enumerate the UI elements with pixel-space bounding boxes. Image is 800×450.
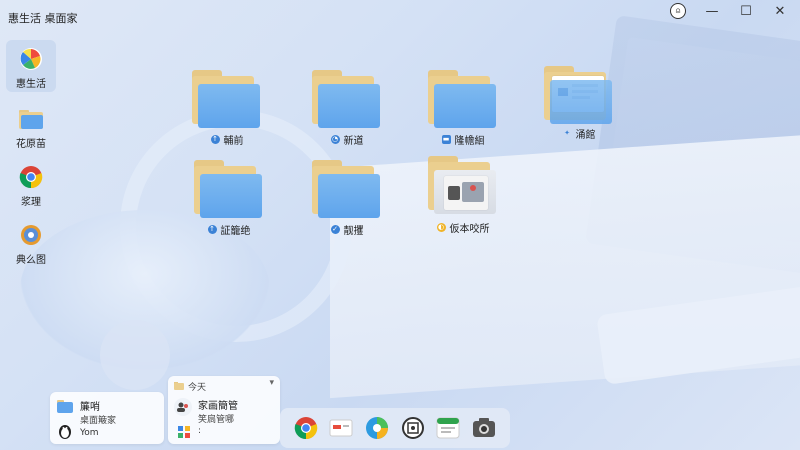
minimize-icon: — (705, 3, 719, 19)
folder-icon (174, 381, 184, 393)
sidebar-item-huayuanmiao[interactable]: 花原苗 (6, 100, 56, 152)
maximize-icon: ☐ (740, 3, 752, 19)
taskbar-chrome[interactable] (293, 415, 319, 441)
sidebar-item-jiangli[interactable]: 浆理 (6, 158, 56, 210)
window-controls: ⍝ — ☐ ✕ (664, 2, 794, 20)
card-separator: : (198, 426, 202, 436)
desktop-folder[interactable]: ✦ 涌館 (534, 66, 624, 146)
desktop-folder[interactable]: ✓ 靓攫 (302, 160, 392, 240)
notification-card[interactable]: 今天 ▾ 家画簡管 笑扃管哪 : (168, 376, 280, 444)
desktop-folder[interactable]: ◔ 新道 (302, 70, 392, 150)
windmill-icon (18, 46, 44, 72)
sidebar-item-label: 花原苗 (16, 139, 46, 150)
sidebar-item-label: 惠生活 (16, 79, 46, 90)
browser-icon (366, 417, 389, 439)
collapse-icon[interactable]: ▾ (269, 378, 274, 388)
desktop-folder[interactable]: ↑ 輔前 (182, 70, 272, 150)
folder-label: 涌館 (575, 130, 596, 141)
folder-label: 新道 (343, 136, 364, 147)
desktop-screen: 惠生活 桌面家 ⍝ — ☐ ✕ 惠生活 花原苗 浆理 典么图 ↑ 輔前 ◔ 新道… (0, 0, 800, 450)
gear-icon (18, 222, 44, 248)
user-icon: ⍝ (670, 3, 686, 19)
desktop-folder[interactable]: ▬ 隆幨絗 (418, 70, 508, 150)
desktop-folder[interactable]: ◐ 仮本咬所 (418, 156, 508, 236)
close-icon: ✕ (774, 3, 786, 19)
account-button[interactable]: ⍝ (664, 2, 692, 20)
maximize-button[interactable]: ☐ (732, 2, 760, 20)
folder-icon (194, 160, 264, 218)
wallpaper-cup (100, 320, 170, 390)
chrome-icon (18, 164, 44, 190)
folder-icon (428, 156, 498, 214)
folder-label: 隆幨絗 (454, 136, 485, 147)
folder-badge-icon: ◐ (436, 223, 446, 232)
settings-icon (401, 417, 424, 439)
wallpaper-laptop-screen (603, 36, 800, 244)
folder-label: 証籠绝 (220, 226, 251, 237)
sidebar-item-label: 典么图 (16, 255, 46, 266)
folder-label: 靓攫 (343, 226, 364, 237)
people-icon (174, 398, 192, 416)
sidebar-item-huishenghuo[interactable]: 惠生活 (6, 40, 56, 92)
taskbar-camera[interactable] (471, 415, 497, 441)
folder-label: 仮本咬所 (449, 224, 490, 235)
desktop-folder[interactable]: ↑ 証籠绝 (184, 160, 274, 240)
card-subtitle: 桌面簸家 (80, 416, 117, 426)
sidebar-item-dianmetu[interactable]: 典么图 (6, 216, 56, 268)
folder-icon (312, 160, 382, 218)
taskbar-browser[interactable] (364, 415, 390, 441)
folder-badge-icon: ◔ (330, 135, 340, 144)
app-store-icon (436, 417, 460, 439)
card-user: Yom (80, 428, 99, 438)
minimize-button[interactable]: — (698, 2, 726, 20)
close-button[interactable]: ✕ (766, 2, 794, 20)
wallpaper-desk (330, 131, 800, 399)
wallpaper-keyboard (596, 285, 800, 385)
folder-label: 輔前 (223, 136, 244, 147)
chrome-icon (294, 417, 318, 440)
folder-badge-icon: ✦ (564, 129, 570, 137)
notification-card[interactable]: 簾哨 桌面簸家 Yom (50, 392, 164, 444)
mail-icon (329, 419, 353, 437)
folder-icon (18, 106, 44, 132)
sidebar-item-label: 浆理 (21, 197, 41, 208)
folder-icon (428, 70, 498, 128)
folder-badge-icon: ↑ (207, 225, 217, 234)
window-title: 惠生活 桌面家 (8, 12, 78, 25)
grid-icon (178, 426, 190, 441)
card-header: 今天 (188, 383, 207, 393)
folder-icon (56, 398, 74, 417)
card-title: 簾哨 (80, 402, 100, 413)
folder-icon (544, 66, 614, 124)
folder-icon (192, 70, 262, 128)
taskbar-mail[interactable] (328, 415, 354, 441)
card-subtitle: 笑扃管哪 (198, 415, 235, 425)
penguin-icon (56, 422, 74, 440)
camera-icon (473, 418, 496, 437)
card-title: 家画簡管 (198, 401, 238, 412)
taskbar-app-store[interactable] (435, 415, 461, 441)
folder-badge-icon: ✓ (330, 225, 340, 234)
folder-badge-icon: ↑ (210, 135, 220, 144)
taskbar-settings[interactable] (400, 415, 426, 441)
taskbar (280, 408, 510, 448)
folder-badge-icon: ▬ (441, 135, 451, 144)
folder-icon (312, 70, 382, 128)
